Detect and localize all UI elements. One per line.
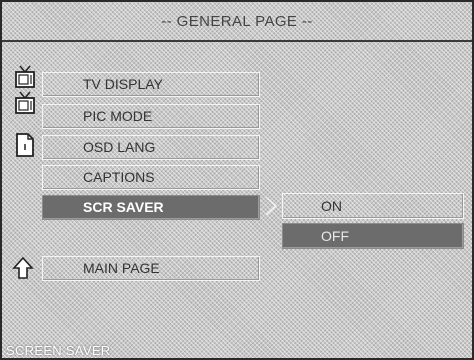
- menu-item-osd-lang[interactable]: OSD LANG: [42, 135, 260, 160]
- menu-item-scr-saver[interactable]: SCR SAVER: [42, 195, 260, 220]
- submenu-arrow-icon: [265, 196, 278, 216]
- page-title: -- GENERAL PAGE --: [2, 2, 472, 42]
- menu-item-tv-display[interactable]: TV DISPLAY: [42, 72, 260, 97]
- up-arrow-icon: [12, 256, 34, 279]
- menu-item-main-page[interactable]: MAIN PAGE: [42, 256, 260, 281]
- tv-icon: [15, 91, 35, 114]
- menu-item-pic-mode[interactable]: PIC MODE: [42, 104, 260, 129]
- status-text: SCREEN SAVER: [6, 343, 111, 358]
- osd-screen: -- GENERAL PAGE -- TV DISPLAY PIC MODE O…: [0, 0, 474, 360]
- tv-icon: [15, 65, 35, 88]
- menu-item-captions[interactable]: CAPTIONS: [42, 165, 260, 190]
- option-off[interactable]: OFF: [282, 223, 464, 249]
- option-on[interactable]: ON: [282, 193, 464, 219]
- document-icon: [16, 133, 34, 157]
